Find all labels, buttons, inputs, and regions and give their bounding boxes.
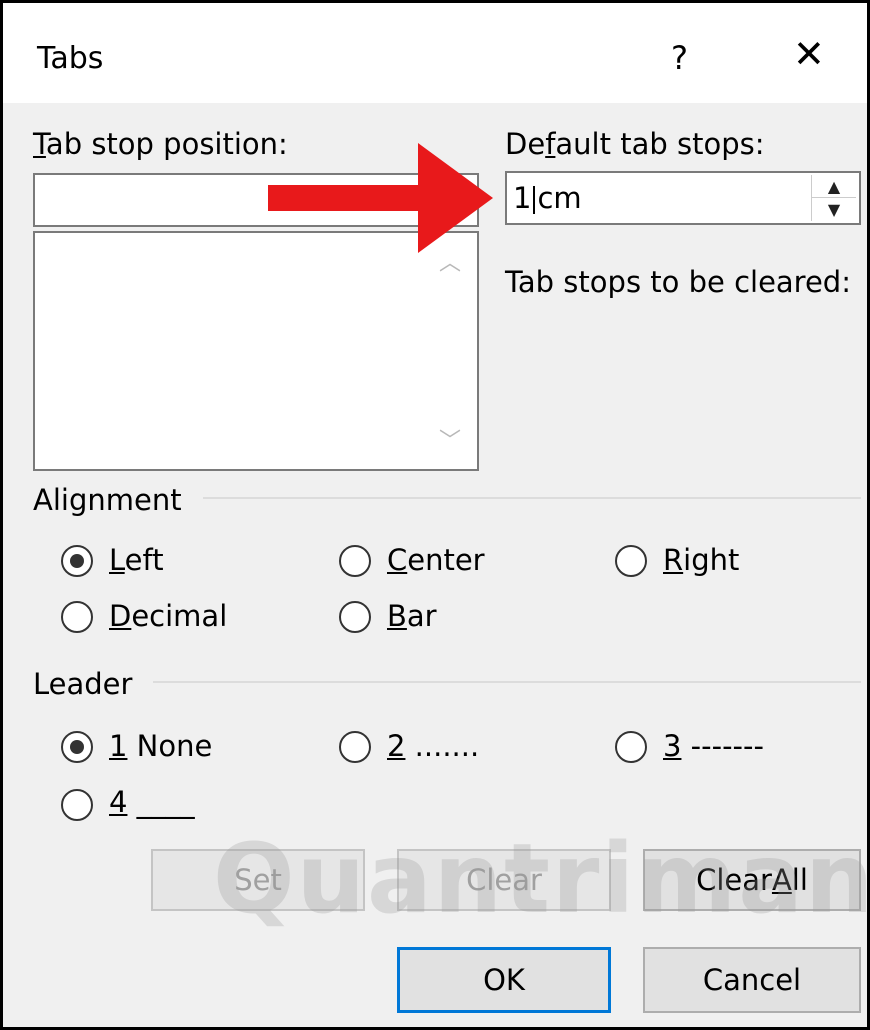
spin-down-icon[interactable]: ▼	[812, 198, 856, 220]
help-button[interactable]: ?	[671, 39, 688, 77]
dialog-title: Tabs	[37, 41, 104, 76]
radio-leader-1-label[interactable]: 1 None	[109, 729, 212, 763]
text-cursor	[533, 186, 536, 214]
radio-leader-3-label[interactable]: 3 -------	[663, 729, 764, 763]
radio-leader-4[interactable]	[61, 789, 93, 821]
title-bar: Tabs ? ✕	[3, 3, 867, 103]
tab-stops-to-be-cleared-label: Tab stops to be cleared:	[505, 265, 851, 299]
clear-button[interactable]: Clear	[397, 849, 611, 911]
tab-stop-list[interactable]	[33, 231, 479, 471]
radio-leader-1[interactable]	[61, 731, 93, 763]
radio-right[interactable]	[615, 545, 647, 577]
radio-leader-3[interactable]	[615, 731, 647, 763]
radio-bar[interactable]	[339, 601, 371, 633]
spin-up-icon[interactable]: ▲	[812, 175, 856, 198]
alignment-divider	[203, 497, 861, 499]
radio-center[interactable]	[339, 545, 371, 577]
default-tab-stops-label: Default tab stops:	[505, 127, 765, 161]
radio-bar-label[interactable]: Bar	[387, 599, 437, 633]
radio-right-label[interactable]: Right	[663, 543, 739, 577]
default-tab-spinner[interactable]: ▲ ▼	[811, 175, 856, 221]
ok-button[interactable]: OK	[397, 947, 611, 1013]
leader-divider	[153, 681, 861, 683]
radio-center-label[interactable]: Center	[387, 543, 485, 577]
default-tab-stops-input[interactable]: 1 cm	[505, 171, 861, 225]
radio-left[interactable]	[61, 545, 93, 577]
tab-stop-position-label: Tab stop position:	[33, 127, 288, 161]
set-button[interactable]: Set	[151, 849, 365, 911]
clear-all-button[interactable]: Clear All	[643, 849, 861, 911]
cancel-button[interactable]: Cancel	[643, 947, 861, 1013]
radio-leader-4-label[interactable]: 4 ____	[109, 785, 195, 819]
radio-leader-2[interactable]	[339, 731, 371, 763]
radio-decimal[interactable]	[61, 601, 93, 633]
close-icon[interactable]: ✕	[793, 35, 825, 73]
red-arrow-icon	[268, 143, 493, 253]
radio-leader-2-label[interactable]: 2 .......	[387, 729, 479, 763]
radio-decimal-label[interactable]: Decimal	[109, 599, 227, 633]
leader-heading: Leader	[33, 667, 133, 701]
radio-left-label[interactable]: Left	[109, 543, 164, 577]
alignment-heading: Alignment	[33, 483, 182, 517]
scroll-down-icon[interactable]: ﹀	[435, 423, 465, 454]
tabs-dialog: Tabs ? ✕ Tab stop position: ︿ ﹀ Default …	[0, 0, 870, 1030]
